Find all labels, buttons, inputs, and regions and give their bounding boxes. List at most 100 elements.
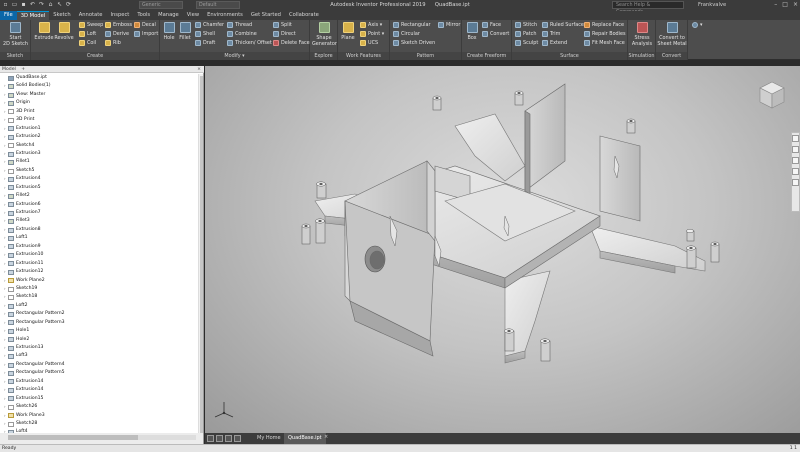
tree-item[interactable]: › Extrusion11 (0, 260, 198, 268)
pan-icon[interactable] (792, 146, 799, 153)
update-icon[interactable]: ⟳ (65, 1, 72, 9)
convert-to-sheet-metal-button[interactable]: Convert to Sheet Metal (657, 22, 687, 47)
import-button[interactable]: Import (134, 31, 158, 37)
tree-item[interactable]: › Loft3 (0, 352, 198, 360)
tree-item[interactable]: › Extrusion13 (0, 344, 198, 352)
tab-tools[interactable]: Tools (133, 11, 154, 20)
tree-item[interactable]: › Rectangular Pattern2 (0, 310, 198, 318)
split-button[interactable]: Split (273, 22, 292, 28)
browser-scroll-thumb[interactable] (200, 76, 203, 436)
tree-item[interactable]: › Extrusion8 (0, 226, 198, 234)
plane-button[interactable]: Plane (340, 22, 356, 41)
browser-add-icon[interactable]: + (21, 67, 25, 72)
tree-item[interactable]: › Extrusion15 (0, 395, 198, 403)
tree-item[interactable]: › Fillet3 (0, 217, 198, 225)
new-icon[interactable]: ▫ (2, 1, 9, 9)
select-icon[interactable]: ↖ (56, 1, 63, 9)
tab-inspect[interactable]: Inspect (106, 11, 133, 20)
direct-button[interactable]: Direct (273, 31, 296, 37)
tree-item[interactable]: › Work Plane3 (0, 412, 198, 420)
fit-mesh-face-button[interactable]: Fit Mesh Face (584, 40, 625, 46)
tree-item[interactable]: › Work Plane2 (0, 277, 198, 285)
thread-button[interactable]: Thread (227, 22, 252, 28)
open-icon[interactable]: ▭ (11, 1, 18, 9)
tree-item[interactable]: › Rectangular Pattern5 (0, 369, 198, 377)
tree-item[interactable]: › Extrusion7 (0, 209, 198, 217)
tree-item[interactable]: › Extrusion3 (0, 150, 198, 158)
tree-item[interactable]: › Extrusion6 (0, 201, 198, 209)
repair-bodies-button[interactable]: Repair Bodies (584, 31, 626, 37)
save-icon[interactable]: ▪ (20, 1, 27, 9)
steering-wheel-icon[interactable] (792, 135, 799, 142)
search-input[interactable]: Search Help & Commands... (612, 1, 684, 15)
tab-view[interactable]: View (183, 11, 203, 20)
tab-manage[interactable]: Manage (154, 11, 183, 20)
axis-button[interactable]: Axis ▾ (360, 22, 382, 28)
sketch-driven-pattern-button[interactable]: Sketch Driven (393, 40, 435, 46)
tree-item[interactable]: › Loft2 (0, 302, 198, 310)
tree-item[interactable]: › Sketch26 (0, 403, 198, 411)
tree-item[interactable]: › Sketch18 (0, 293, 198, 301)
tile-icon[interactable] (207, 435, 214, 442)
mirror-button[interactable]: Mirror (438, 22, 460, 28)
tree-item[interactable]: › Loft1 (0, 234, 198, 242)
face-button[interactable]: Face (482, 22, 501, 28)
decal-button[interactable]: Decal (134, 22, 156, 28)
tab-environments[interactable]: Environments (203, 11, 247, 20)
point-button[interactable]: Point ▾ (360, 31, 384, 37)
zoom-icon[interactable] (792, 157, 799, 164)
tree-item[interactable]: › Extrusion4 (0, 175, 198, 183)
start-2d-sketch-button[interactable]: Start 2D Sketch (2, 22, 29, 47)
window-list-icon[interactable] (234, 435, 241, 442)
tree-item[interactable]: › Extrusion12 (0, 268, 198, 276)
undo-icon[interactable]: ↶ (29, 1, 36, 9)
tab-annotate[interactable]: Annotate (75, 11, 107, 20)
tree-item[interactable]: › Sketch5 (0, 167, 198, 175)
rectangular-pattern-button[interactable]: Rectangular (393, 22, 430, 28)
maximize-icon[interactable]: □ (782, 1, 788, 8)
tree-item[interactable]: › Solid Bodies(1) (0, 82, 198, 90)
tab-quadbase[interactable]: QuadBase.ipt (284, 433, 326, 444)
extend-button[interactable]: Extend (542, 40, 567, 46)
rib-button[interactable]: Rib (105, 40, 121, 46)
fillet-button[interactable]: Fillet (176, 22, 194, 41)
thicken-offset-button[interactable]: Thicken/ Offset (227, 40, 272, 46)
cascade-icon[interactable] (216, 435, 223, 442)
tree-item[interactable]: › Extrusion10 (0, 251, 198, 259)
emboss-button[interactable]: Emboss (105, 22, 132, 28)
tree-item[interactable]: › Extrusion1 (0, 125, 198, 133)
tree-item[interactable]: › View: Master (0, 91, 198, 99)
minimize-icon[interactable]: – (774, 1, 777, 8)
derive-button[interactable]: Derive (105, 31, 129, 37)
tree-item[interactable]: › 3D Print (0, 108, 198, 116)
ribbon-options-button[interactable]: ▾ (692, 22, 702, 28)
draft-button[interactable]: Draft (195, 40, 215, 46)
chamfer-button[interactable]: Chamfer (195, 22, 224, 28)
ruled-surface-button[interactable]: Ruled Surface (542, 22, 584, 28)
convert-button[interactable]: Convert (482, 31, 509, 37)
box-button[interactable]: Box (464, 22, 480, 41)
appearance-dropdown[interactable]: Default (196, 1, 240, 9)
tree-item[interactable]: › Sketch19 (0, 285, 198, 293)
shell-button[interactable]: Shell (195, 31, 215, 37)
browser-hscroll[interactable] (0, 433, 204, 444)
tree-item[interactable]: › Extrusion5 (0, 184, 198, 192)
tab-get-started[interactable]: Get Started (247, 11, 285, 20)
sculpt-button[interactable]: Sculpt (515, 40, 538, 46)
coil-button[interactable]: Coil (79, 40, 96, 46)
hole-button[interactable]: Hole (161, 22, 177, 41)
tree-item[interactable]: › Extrusion2 (0, 133, 198, 141)
material-dropdown[interactable]: Generic (139, 1, 183, 9)
graphics-viewport[interactable] (205, 66, 800, 433)
tree-item[interactable]: › Sketch4 (0, 142, 198, 150)
arrange-icon[interactable] (225, 435, 232, 442)
loft-button[interactable]: Loft (79, 31, 96, 37)
tab-3d-model[interactable]: 3D Model (16, 11, 50, 20)
tab-my-home[interactable]: My Home (253, 433, 285, 444)
sweep-button[interactable]: Sweep (79, 22, 103, 28)
user-name[interactable]: Frankvalve (698, 2, 726, 8)
tab-close-icon[interactable]: × (324, 434, 328, 440)
close-icon[interactable]: × (793, 1, 798, 8)
ucs-button[interactable]: UCS (360, 40, 378, 46)
revolve-button[interactable]: Revolve (53, 22, 75, 41)
